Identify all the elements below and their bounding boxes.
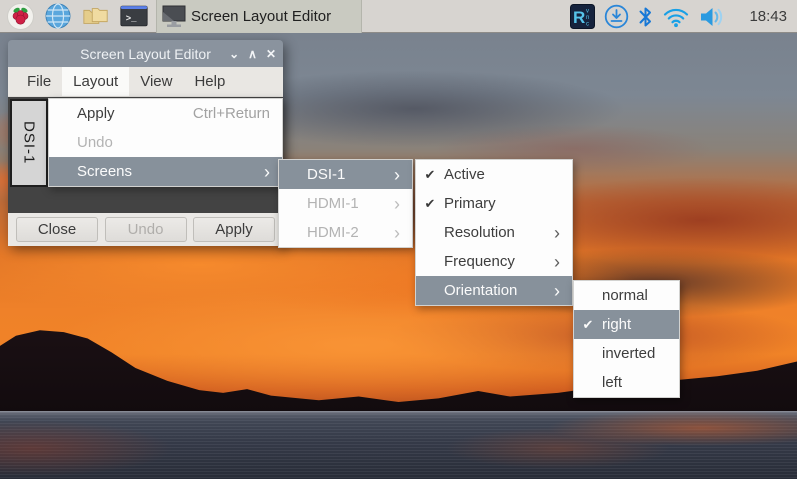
screen-widget-dsi1[interactable]: DSI-1 [10,99,48,187]
menu-item-right[interactable]: ✔ right [574,310,679,339]
menu-view[interactable]: View [129,67,183,96]
menu-item-active[interactable]: ✔ Active [416,160,572,189]
volume-icon[interactable] [699,5,728,29]
taskbar-window-button-label: Screen Layout Editor [191,8,331,25]
menu-item-primary[interactable]: ✔ Primary [416,189,572,218]
menu-item-inverted[interactable]: inverted [574,339,679,368]
taskbar-window-button[interactable]: Screen Layout Editor [156,0,362,33]
window-titlebar[interactable]: Screen Layout Editor ⌄ ∧ ✕ [8,40,283,67]
terminal-icon: >_ [120,3,148,29]
monitor-icon [161,4,187,29]
shade-window-icon[interactable]: ⌄ [229,48,239,60]
menu-item-normal[interactable]: normal [574,281,679,310]
app-menu-raspberry-icon[interactable] [6,2,34,30]
wallpaper-water [0,411,797,479]
svg-text:n: n [586,15,589,21]
submenu-arrow-icon: › [554,282,572,300]
menu-item-frequency[interactable]: Frequency › [416,247,572,276]
menu-file[interactable]: File [16,67,62,96]
submenu-arrow-icon: › [394,166,412,184]
globe-icon [45,3,71,29]
checkmark-icon: ✔ [583,317,594,333]
system-tray: R v n c 18:43 [570,0,797,33]
menu-item-hdmi2[interactable]: HDMI-2 › [279,218,412,247]
apply-button[interactable]: Apply [193,217,275,242]
screens-submenu: DSI-1 › HDMI-1 › HDMI-2 › [278,159,413,248]
submenu-arrow-icon: › [554,224,572,242]
menu-item-orientation[interactable]: Orientation › [416,276,572,305]
svg-text:c: c [586,22,589,28]
menu-item-left[interactable]: left [574,368,679,397]
taskbar: >_ Screen Layout Editor R v n c [0,0,797,33]
window-button-bar: Close Undo Apply [8,213,283,246]
web-browser-launcher[interactable] [44,2,72,30]
menu-layout[interactable]: Layout [62,67,129,96]
apply-shortcut: Ctrl+Return [193,105,282,122]
submenu-arrow-icon: › [554,253,572,271]
terminal-prompt-glyph: >_ [126,13,137,24]
menu-item-apply[interactable]: Apply Ctrl+Return [49,99,282,128]
submenu-arrow-icon: › [394,195,412,213]
menu-help[interactable]: Help [183,67,236,96]
raspberry-icon [7,3,34,30]
svg-text:R: R [573,8,585,27]
submenu-arrow-icon: › [394,224,412,242]
file-manager-launcher[interactable] [82,2,110,30]
wifi-icon[interactable] [662,5,690,28]
undo-button[interactable]: Undo [105,217,187,242]
bluetooth-icon[interactable] [638,5,653,29]
dsi1-submenu: ✔ Active ✔ Primary Resolution › Frequenc… [415,159,573,306]
maximize-window-icon[interactable]: ∧ [248,48,257,60]
folders-icon [82,4,110,28]
clock[interactable]: 18:43 [749,8,787,25]
updater-icon[interactable] [604,4,629,29]
close-window-icon[interactable]: ✕ [266,48,276,60]
close-button[interactable]: Close [16,217,98,242]
checkmark-icon: ✔ [425,167,436,183]
menu-item-dsi1[interactable]: DSI-1 › [279,160,412,189]
menu-item-screens[interactable]: Screens › [49,157,282,186]
orientation-submenu: normal ✔ right inverted left [573,280,680,398]
checkmark-icon: ✔ [425,196,436,212]
menu-item-undo[interactable]: Undo [49,128,282,157]
menu-item-hdmi1[interactable]: HDMI-1 › [279,189,412,218]
menu-item-resolution[interactable]: Resolution › [416,218,572,247]
layout-menu: Apply Ctrl+Return Undo Screens › [48,98,283,187]
terminal-launcher[interactable]: >_ [120,2,148,30]
svg-text:v: v [586,9,589,15]
menu-bar: File Layout View Help [8,67,283,97]
vnc-icon[interactable]: R v n c [570,4,595,29]
screen-widget-label: DSI-1 [21,121,38,164]
